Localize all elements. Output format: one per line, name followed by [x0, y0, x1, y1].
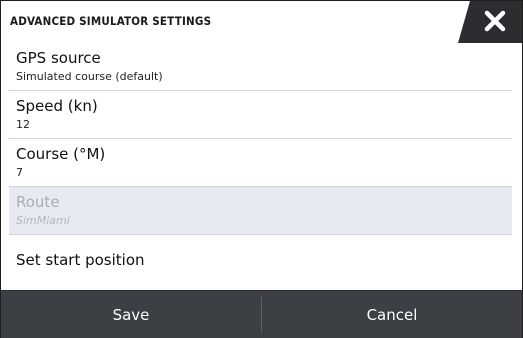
settings-list: GPS source Simulated course (default) Sp…: [9, 43, 512, 283]
setting-label: Course (°M): [16, 145, 106, 163]
setting-value: SimMiami: [16, 214, 70, 227]
cancel-button[interactable]: Cancel: [262, 291, 522, 338]
setting-label: Route: [16, 193, 60, 211]
setting-route: Route SimMiami: [9, 187, 512, 235]
setting-label: GPS source: [16, 49, 101, 67]
setting-course[interactable]: Course (°M) 7: [9, 139, 512, 187]
setting-value: Simulated course (default): [16, 70, 163, 83]
save-button[interactable]: Save: [1, 291, 261, 338]
dialog-footer: Save Cancel: [1, 290, 522, 338]
dialog-header: ADVANCED SIMULATOR SETTINGS: [1, 1, 522, 43]
setting-set-start-position[interactable]: Set start position: [9, 235, 512, 283]
setting-label: Speed (kn): [16, 97, 98, 115]
setting-value: 12: [16, 118, 30, 131]
setting-speed[interactable]: Speed (kn) 12: [9, 91, 512, 139]
close-button[interactable]: [458, 1, 522, 43]
setting-value: 7: [16, 166, 23, 179]
setting-gps-source[interactable]: GPS source Simulated course (default): [9, 43, 512, 91]
close-icon: [458, 1, 522, 43]
advanced-simulator-settings-dialog: ADVANCED SIMULATOR SETTINGS GPS source S…: [0, 0, 523, 338]
dialog-title: ADVANCED SIMULATOR SETTINGS: [10, 14, 212, 28]
setting-label: Set start position: [16, 251, 145, 269]
